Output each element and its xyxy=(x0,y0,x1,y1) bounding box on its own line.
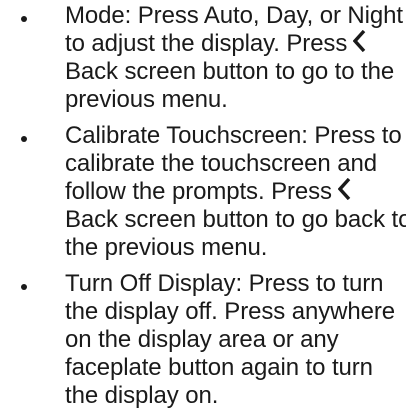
bullet-dot xyxy=(21,136,27,142)
text-span: follow the prompts. Press xyxy=(65,178,332,205)
text-line: Back screen button to go back to xyxy=(65,206,406,233)
text-line: the display on. xyxy=(65,382,219,409)
text-line: Turn Off Display: Press to turn xyxy=(65,270,384,297)
back-chevron-icon xyxy=(337,178,351,200)
text-line: Mode: Press Auto, Day, or Night xyxy=(65,2,403,29)
text-line: to adjust the display. Press xyxy=(65,30,366,58)
text-line: faceplate button again to turn xyxy=(65,354,373,381)
document-page: { "items": [ { "lines": [ "Mode: Press A… xyxy=(0,0,406,412)
text-line: on the display area or any xyxy=(65,326,339,353)
text-line: Calibrate Touchscreen: Press to xyxy=(65,122,402,149)
bullet-dot xyxy=(21,284,27,290)
text-line: the display off. Press anywhere xyxy=(65,298,395,325)
text-span: to adjust the display. Press xyxy=(65,30,348,57)
text-line: Back screen button to go to the xyxy=(65,58,395,85)
text-line: previous menu. xyxy=(65,86,228,113)
bullet-dot xyxy=(21,16,27,22)
back-chevron-icon xyxy=(353,30,366,52)
text-line: the previous menu. xyxy=(65,234,268,261)
text-line: follow the prompts. Press xyxy=(65,178,351,206)
text-line: calibrate the touchscreen and xyxy=(65,150,377,177)
